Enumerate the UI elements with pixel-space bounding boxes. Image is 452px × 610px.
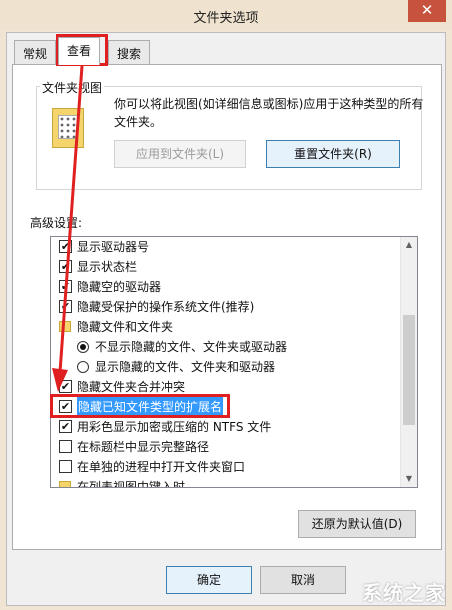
watermark: 系统之家 [362, 581, 446, 605]
annotation-arrow [52, 65, 84, 392]
tab-view[interactable]: 查看 [58, 37, 101, 65]
